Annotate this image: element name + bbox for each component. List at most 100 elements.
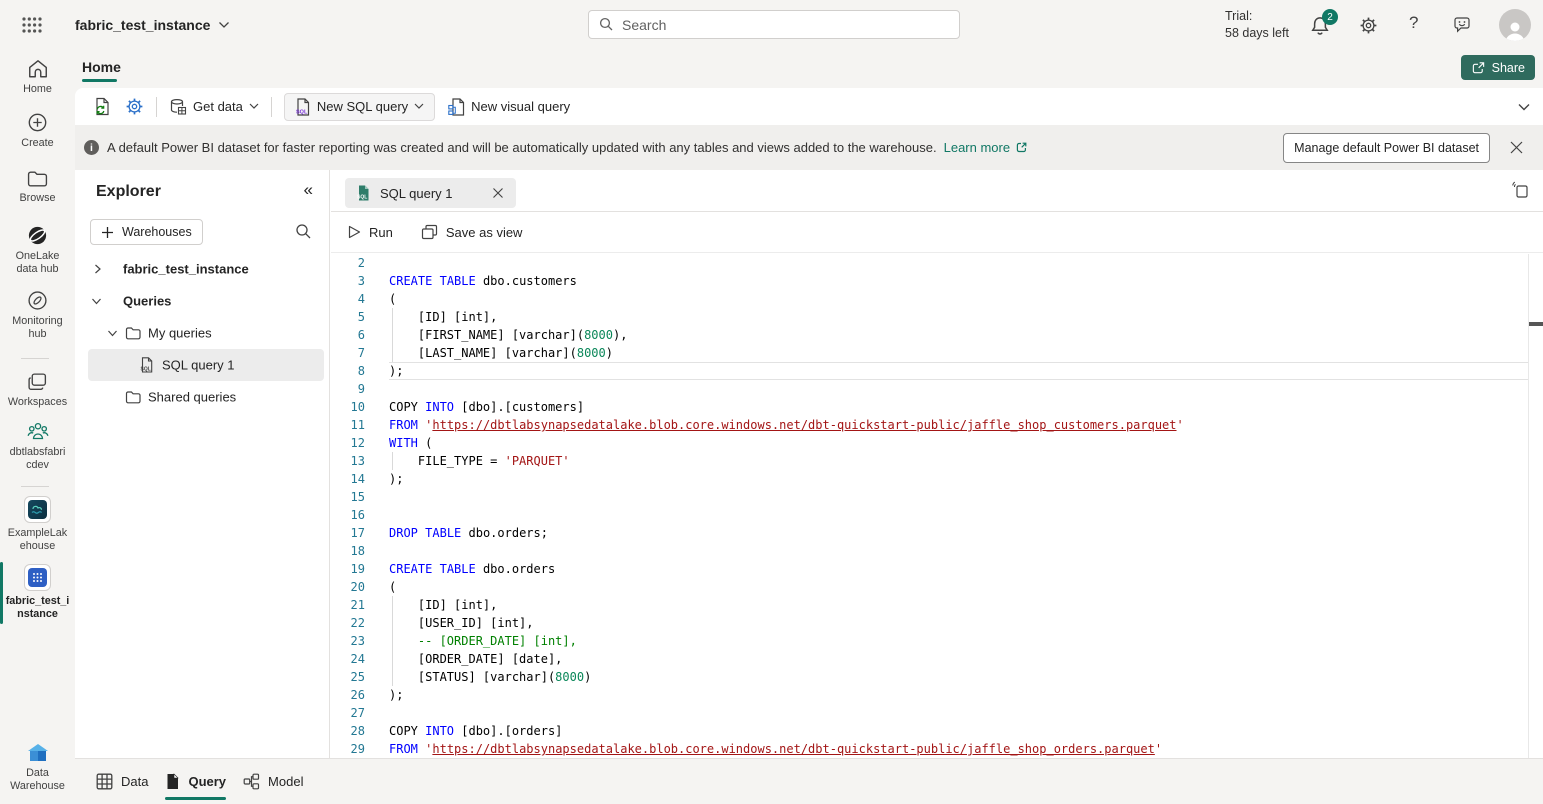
ribbon-toolbar: Get data SQL New SQL query (75, 88, 1543, 125)
nav-onelake-data-hub[interactable]: OneLake data hub (0, 225, 75, 276)
view-tab-underline (165, 797, 226, 800)
code-line: COPY INTO [dbo].[customers] (389, 398, 1528, 416)
new-sql-query-button[interactable]: SQL New SQL query (284, 93, 435, 121)
code-line: ( (389, 578, 1528, 596)
tab-sql-query-1[interactable]: SQL SQL query 1 (345, 178, 516, 208)
run-label: Run (369, 225, 393, 240)
banner-close-icon[interactable] (1509, 140, 1524, 155)
get-data-button[interactable]: Get data (169, 98, 259, 116)
tree-item-sql-query-1[interactable]: SQL SQL query 1 (88, 349, 324, 381)
collapse-explorer-icon[interactable]: « (304, 180, 313, 200)
code-line: [LAST_NAME] [varchar](8000) (389, 344, 1528, 362)
tree-label: Queries (123, 294, 171, 309)
external-link-icon (1015, 141, 1028, 154)
tree-item-warehouse-root[interactable]: fabric_test_instance (75, 253, 329, 285)
nav-label: ExampleLakehouse (8, 527, 68, 553)
explorer-search-icon[interactable] (295, 223, 312, 240)
line-number: 11 (331, 416, 365, 434)
line-number: 21 (331, 596, 365, 614)
avatar[interactable] (1499, 9, 1531, 41)
code-line: [ORDER_DATE] [date], (389, 650, 1528, 668)
nav-label: Monitoring hub (8, 315, 68, 341)
copy-icon[interactable] (1511, 181, 1529, 200)
tree-item-queries[interactable]: Queries (75, 285, 329, 317)
nav-create[interactable]: Create (0, 112, 75, 150)
overview-ruler-mark (1529, 322, 1543, 326)
nav-home[interactable]: Home (0, 58, 75, 96)
nav-label: dbtlabsfabricdev (8, 446, 67, 472)
view-tab-data[interactable]: Data (96, 759, 148, 804)
help-icon[interactable]: ? (1409, 13, 1418, 33)
code-line: [ID] [int], (389, 596, 1528, 614)
get-data-label: Get data (193, 99, 243, 114)
fabric-app: fabric_test_instance Search Trial: 58 da… (0, 0, 1543, 804)
code-editor[interactable]: 2345678910111213141516171819202122232425… (331, 254, 1543, 758)
nav-data-warehouse[interactable]: Data Warehouse (0, 742, 75, 793)
workspace-title: fabric_test_instance (75, 17, 210, 33)
query-document-icon (165, 773, 180, 790)
data-warehouse-icon (26, 742, 50, 763)
new-sql-query-label: New SQL query (317, 99, 408, 114)
save-as-view-button[interactable]: Save as view (421, 224, 523, 240)
nav-item-examplelakehouse[interactable]: ExampleLakehouse (0, 496, 75, 553)
run-button[interactable]: Run (348, 225, 393, 240)
chevron-down-icon (91, 296, 102, 307)
top-bar: fabric_test_instance Search Trial: 58 da… (0, 0, 1543, 50)
query-editor: SQL SQL query 1 Run (331, 170, 1543, 758)
tree-item-shared-queries[interactable]: Shared queries (75, 381, 329, 413)
home-icon (27, 58, 49, 79)
app-launcher-icon[interactable] (22, 17, 42, 33)
nav-monitoring-hub[interactable]: Monitoring hub (0, 290, 75, 341)
code-line: [ID] [int], (389, 308, 1528, 326)
chevron-down-icon (107, 328, 118, 339)
tree-label: SQL query 1 (162, 358, 235, 373)
query-action-bar: Run Save as view (331, 212, 1543, 253)
refresh-document-icon[interactable] (93, 97, 112, 116)
nav-item-fabric-test-instance[interactable]: fabric_test_instance (0, 564, 75, 621)
view-tab-model[interactable]: Model (243, 759, 303, 804)
settings-toolbar-icon[interactable] (125, 97, 144, 116)
line-number: 18 (331, 542, 365, 560)
learn-more-link[interactable]: Learn more (944, 140, 1010, 155)
tree-item-my-queries[interactable]: My queries (75, 317, 329, 349)
workspace-switcher[interactable]: fabric_test_instance (75, 0, 230, 50)
folder-icon (27, 170, 48, 188)
share-button[interactable]: Share (1461, 55, 1535, 80)
line-number: 17 (331, 524, 365, 542)
tab-label: SQL query 1 (380, 186, 453, 201)
view-tab-label: Query (188, 774, 226, 789)
nav-browse[interactable]: Browse (0, 170, 75, 205)
view-tab-label: Model (268, 774, 303, 789)
line-number: 15 (331, 488, 365, 506)
search-input[interactable]: Search (588, 10, 960, 39)
new-warehouse-button[interactable]: Warehouses (90, 219, 203, 245)
feedback-icon[interactable] (1453, 16, 1473, 35)
workspaces-icon (27, 372, 48, 392)
manage-dataset-button[interactable]: Manage default Power BI dataset (1283, 133, 1490, 163)
line-number: 20 (331, 578, 365, 596)
sql-file-icon: SQL (140, 357, 154, 373)
code-line: FROM 'https://dbtlabsynapsedatalake.blob… (389, 740, 1528, 758)
left-nav-rail: Home Create Browse OneLake data hub (0, 50, 75, 804)
settings-gear-icon[interactable] (1359, 16, 1378, 35)
main-content: Explorer « Warehouses fabric_test_instan… (75, 170, 1543, 758)
explorer-title: Explorer (96, 183, 161, 201)
code-line (389, 542, 1528, 560)
nav-workspaces[interactable]: Workspaces (0, 372, 75, 409)
nav-label: OneLake data hub (12, 250, 64, 276)
code-line: WITH ( (389, 434, 1528, 452)
plus-circle-icon (27, 112, 48, 133)
code-line: [USER_ID] [int], (389, 614, 1528, 632)
view-tab-query[interactable]: Query (165, 759, 226, 804)
editor-tab-bar: SQL SQL query 1 (331, 170, 1543, 212)
nav-workspace-dbtlabsfabricdev[interactable]: dbtlabsfabricdev (0, 422, 75, 472)
chevron-down-icon (218, 21, 230, 29)
tab-close-icon[interactable] (492, 187, 504, 199)
new-visual-query-button[interactable]: New visual query (448, 98, 570, 116)
trial-status: Trial: 58 days left (1225, 8, 1289, 42)
search-icon (599, 17, 614, 32)
tree-label: Shared queries (148, 390, 236, 405)
line-number: 25 (331, 668, 365, 686)
code-lines: CREATE TABLE dbo.customers( [ID] [int], … (389, 254, 1528, 758)
toolbar-expand-chevron[interactable] (1517, 103, 1531, 112)
